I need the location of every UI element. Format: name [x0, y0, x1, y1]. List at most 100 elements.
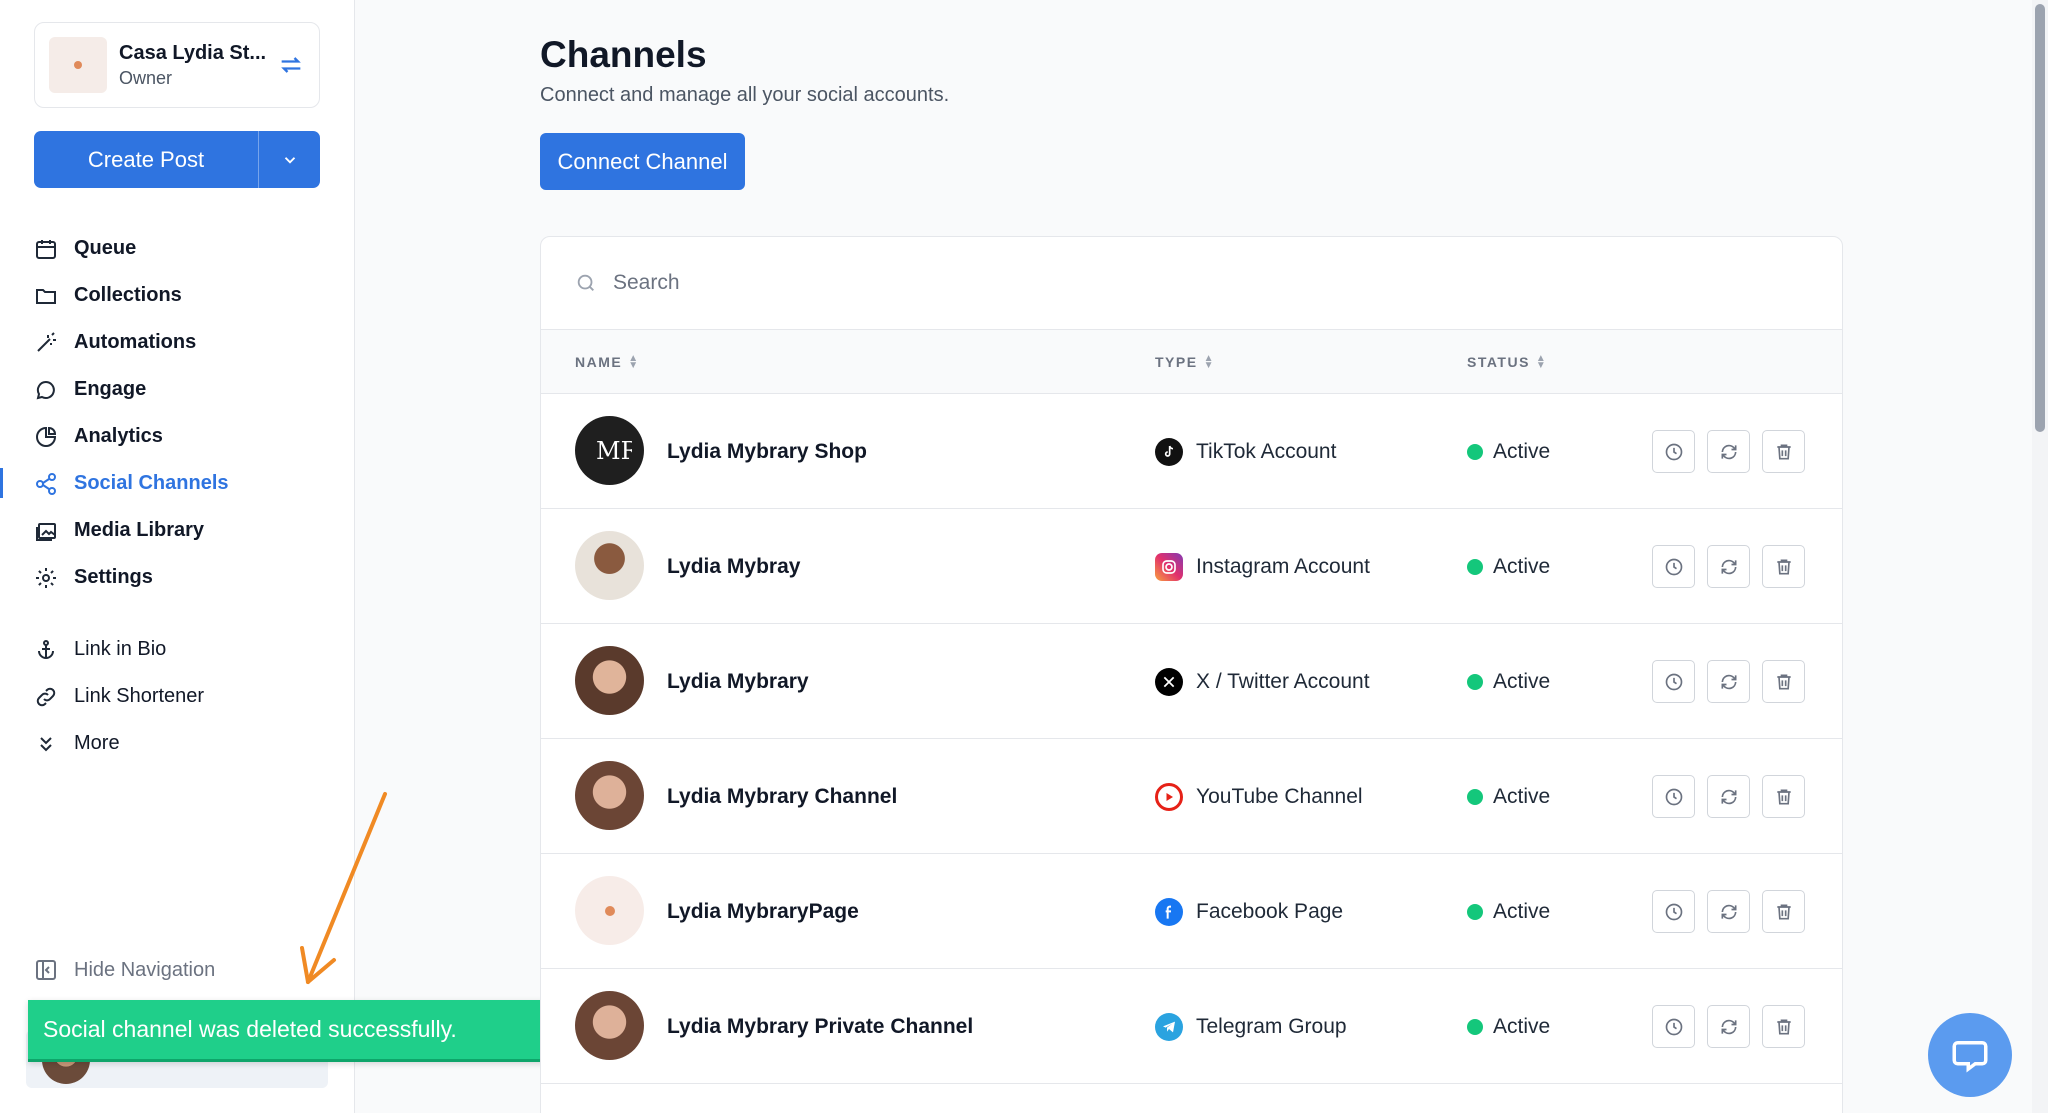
schedule-button[interactable]	[1652, 775, 1695, 818]
refresh-button[interactable]	[1707, 775, 1750, 818]
search-input[interactable]	[613, 271, 1213, 295]
facebook-icon	[1155, 897, 1183, 926]
connect-channel-button[interactable]: Connect Channel	[540, 133, 745, 190]
row-actions	[1652, 660, 1805, 703]
nav-engage[interactable]: Engage	[0, 366, 355, 413]
hide-navigation[interactable]: Hide Navigation	[34, 958, 215, 982]
delete-button[interactable]	[1762, 775, 1805, 818]
delete-button[interactable]	[1762, 890, 1805, 933]
avatar	[575, 531, 644, 600]
status-dot	[1467, 1018, 1483, 1035]
table-row[interactable]: Lydia Mybray Instagram Account Active	[541, 509, 1842, 624]
nav-social-channels[interactable]: Social Channels	[0, 460, 355, 507]
table-row[interactable]: Lydia MybraryPage Facebook Page Active	[541, 854, 1842, 969]
column-header-type[interactable]: TYPE ▲ ▼	[1155, 330, 1215, 394]
channel-type: Instagram Account	[1155, 509, 1370, 624]
channel-type: YouTube Channel	[1155, 739, 1363, 854]
create-post-dropdown[interactable]	[258, 131, 320, 188]
folder-icon	[36, 288, 56, 304]
search-icon	[577, 274, 594, 291]
avatar	[575, 761, 644, 830]
trash-icon	[1776, 904, 1791, 919]
row-actions	[1652, 430, 1805, 473]
brand-logo-icon	[604, 905, 615, 916]
status-label: Active	[1493, 784, 1551, 808]
schedule-button[interactable]	[1652, 430, 1695, 473]
workspace-switcher[interactable]: Casa Lydia St... Owner	[34, 22, 320, 108]
row-actions	[1652, 545, 1805, 588]
refresh-icon	[1721, 789, 1736, 804]
main-nav: Queue Collections Automations Engage Ana…	[0, 225, 355, 601]
nav-settings[interactable]: Settings	[0, 554, 355, 601]
channel-status: Active	[1467, 739, 1550, 854]
channel-name: Lydia Mybray	[667, 554, 801, 578]
channel-type-label: Telegram Group	[1196, 1014, 1347, 1038]
table-row[interactable]: MR Lydia Mybrary Shop TikTok Account Act…	[541, 394, 1842, 509]
secondary-nav: Link in Bio Link Shortener More	[0, 626, 355, 767]
channel-status: Active	[1467, 394, 1550, 509]
create-post-button[interactable]: Create Post	[34, 131, 258, 188]
channel-type-label: YouTube Channel	[1196, 784, 1363, 808]
link-icon	[36, 687, 56, 706]
trash-icon	[1776, 559, 1791, 574]
trash-icon	[1776, 1019, 1791, 1034]
scrollbar-thumb[interactable]	[2035, 4, 2045, 432]
pie-chart-icon	[36, 426, 57, 447]
nav-collections[interactable]: Collections	[0, 272, 355, 319]
status-label: Active	[1493, 669, 1551, 693]
wand-icon	[37, 331, 56, 352]
nav-label: Automations	[74, 331, 197, 353]
status-dot	[1467, 903, 1483, 920]
nav-automations[interactable]: Automations	[0, 319, 355, 366]
clock-icon	[1665, 673, 1682, 690]
avatar	[575, 646, 644, 715]
youtube-icon	[1155, 782, 1183, 811]
channel-name: Lydia Mybrary Shop	[667, 439, 867, 463]
nav-link-in-bio[interactable]: Link in Bio	[0, 626, 355, 673]
column-header-status[interactable]: STATUS ▲ ▼	[1467, 330, 1547, 394]
table-row[interactable]: Lydia Mybrary X / Twitter Account Active	[541, 624, 1842, 739]
nav-link-shortener[interactable]: Link Shortener	[0, 673, 355, 720]
nav-queue[interactable]: Queue	[0, 225, 355, 272]
status-label: Active	[1493, 554, 1551, 578]
table-row[interactable]: Lydia Mybrary Channel YouTube Channel Ac…	[541, 739, 1842, 854]
refresh-button[interactable]	[1707, 890, 1750, 933]
delete-button[interactable]	[1762, 1005, 1805, 1048]
channel-name: Lydia Mybrary Private Channel	[667, 1014, 974, 1038]
avatar	[575, 876, 644, 945]
row-actions	[1652, 775, 1805, 818]
page-scrollbar[interactable]	[2032, 0, 2048, 1113]
svg-text:MR: MR	[596, 437, 632, 465]
refresh-button[interactable]	[1707, 660, 1750, 703]
nav-media-library[interactable]: Media Library	[0, 507, 355, 554]
switch-arrows-icon[interactable]	[277, 51, 305, 79]
schedule-button[interactable]	[1652, 890, 1695, 933]
nav-analytics[interactable]: Analytics	[0, 413, 355, 460]
schedule-button[interactable]	[1652, 660, 1695, 703]
page-title: Channels	[540, 34, 707, 75]
channel-type-label: X / Twitter Account	[1196, 669, 1370, 693]
column-header-name[interactable]: NAME ▲ ▼	[575, 330, 640, 394]
image-icon	[36, 522, 56, 541]
hide-navigation-label: Hide Navigation	[74, 958, 216, 981]
refresh-button[interactable]	[1707, 545, 1750, 588]
column-header-label: TYPE	[1155, 354, 1198, 370]
help-chat-button[interactable]	[1928, 1013, 2012, 1097]
workspace-name: Casa Lydia St...	[119, 41, 267, 64]
trash-icon	[1776, 674, 1791, 689]
refresh-button[interactable]	[1707, 430, 1750, 473]
nav-label: Settings	[74, 566, 153, 588]
channel-type: TikTok Account	[1155, 394, 1336, 509]
delete-button[interactable]	[1762, 430, 1805, 473]
table-row[interactable]: Lydia Mybrary Private Channel Telegram G…	[541, 969, 1842, 1084]
delete-button[interactable]	[1762, 660, 1805, 703]
schedule-button[interactable]	[1652, 1005, 1695, 1048]
tiktok-icon	[1155, 437, 1183, 466]
status-dot	[1467, 443, 1483, 460]
nav-more[interactable]: More	[0, 720, 355, 767]
refresh-button[interactable]	[1707, 1005, 1750, 1048]
delete-button[interactable]	[1762, 545, 1805, 588]
schedule-button[interactable]	[1652, 545, 1695, 588]
monogram-logo-icon: MR	[596, 437, 632, 465]
channel-type: Telegram Group	[1155, 969, 1347, 1084]
